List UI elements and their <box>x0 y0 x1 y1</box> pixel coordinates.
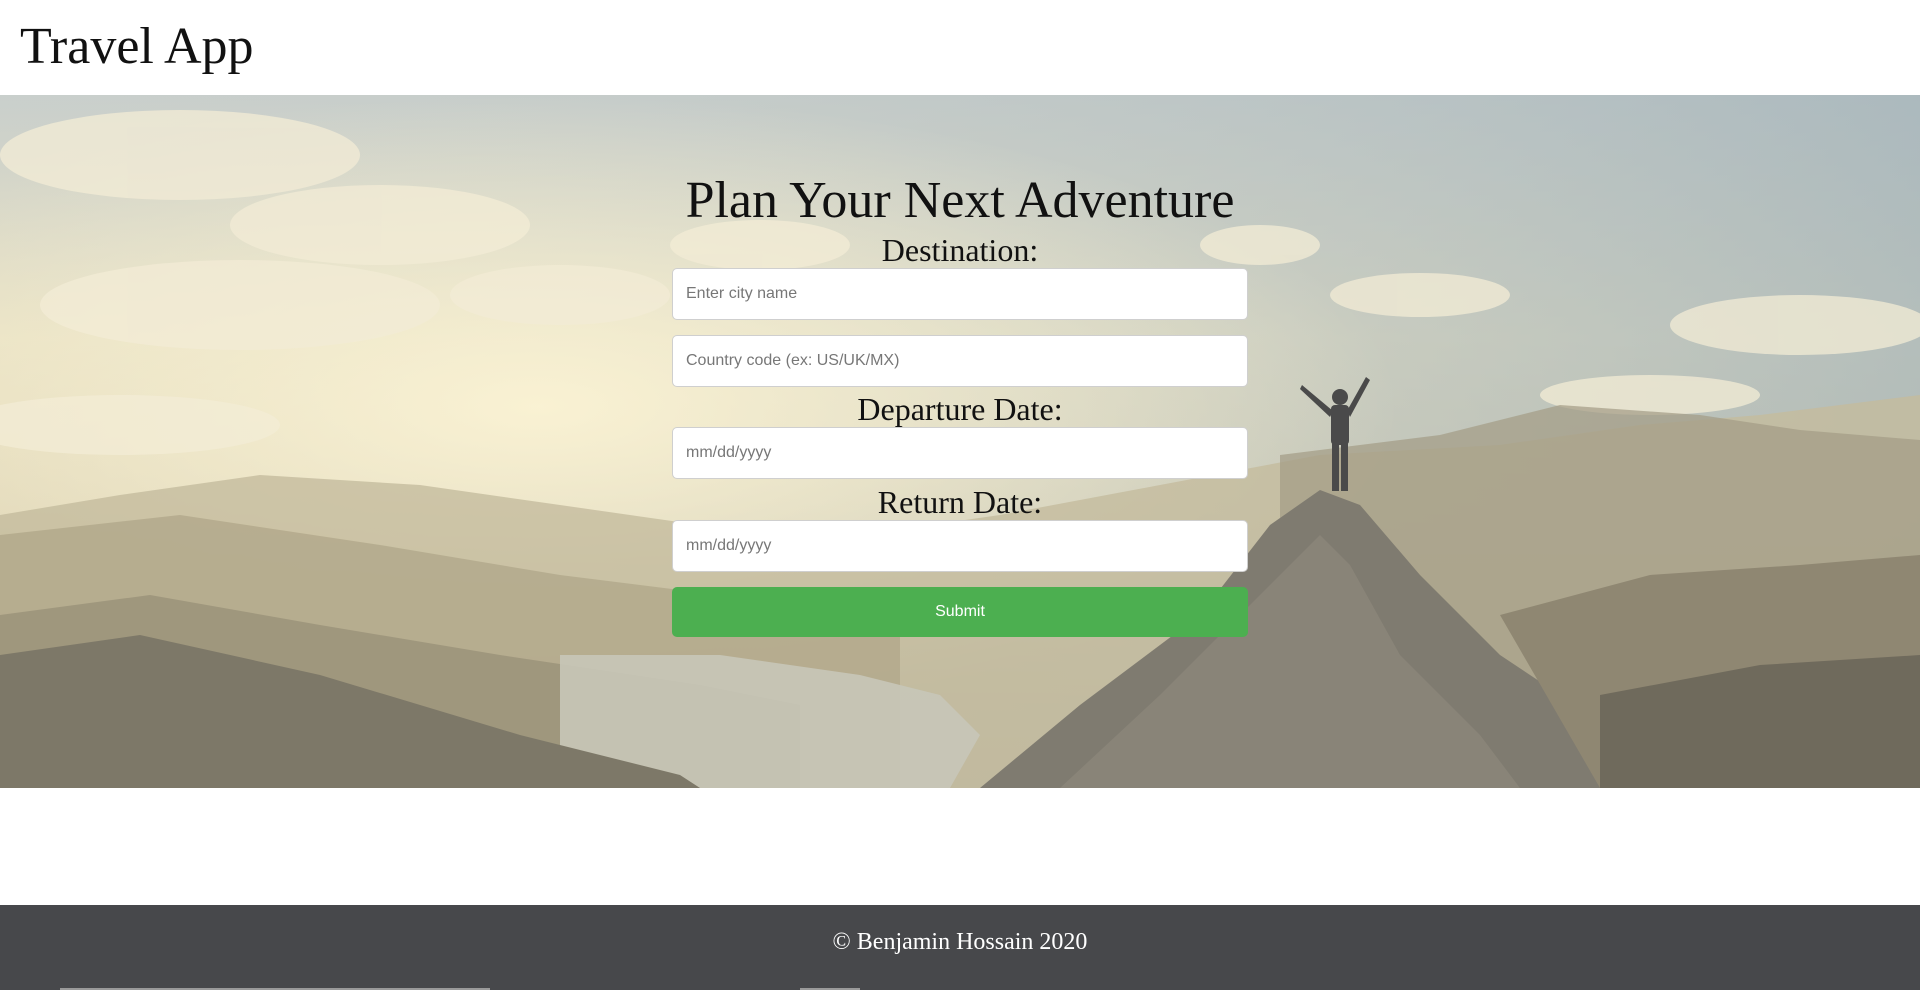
app-title: Travel App <box>20 18 254 75</box>
country-code-input[interactable] <box>672 335 1248 387</box>
destination-label: Destination: <box>881 232 1039 268</box>
hero-section: Plan Your Next Adventure Destination: De… <box>0 95 1920 788</box>
city-input[interactable] <box>672 268 1248 320</box>
copyright-text: © Benjamin Hossain 2020 <box>832 929 1088 955</box>
site-header: Travel App <box>0 0 1920 95</box>
trip-form: Plan Your Next Adventure Destination: De… <box>672 170 1248 637</box>
form-heading: Plan Your Next Adventure <box>685 172 1235 229</box>
site-footer: © Benjamin Hossain 2020 <box>0 905 1920 990</box>
departure-date-input[interactable] <box>672 427 1248 479</box>
return-date-label: Return Date: <box>877 484 1043 520</box>
submit-button[interactable]: Submit <box>672 587 1248 637</box>
return-date-input[interactable] <box>672 520 1248 572</box>
departure-date-label: Departure Date: <box>857 391 1063 427</box>
